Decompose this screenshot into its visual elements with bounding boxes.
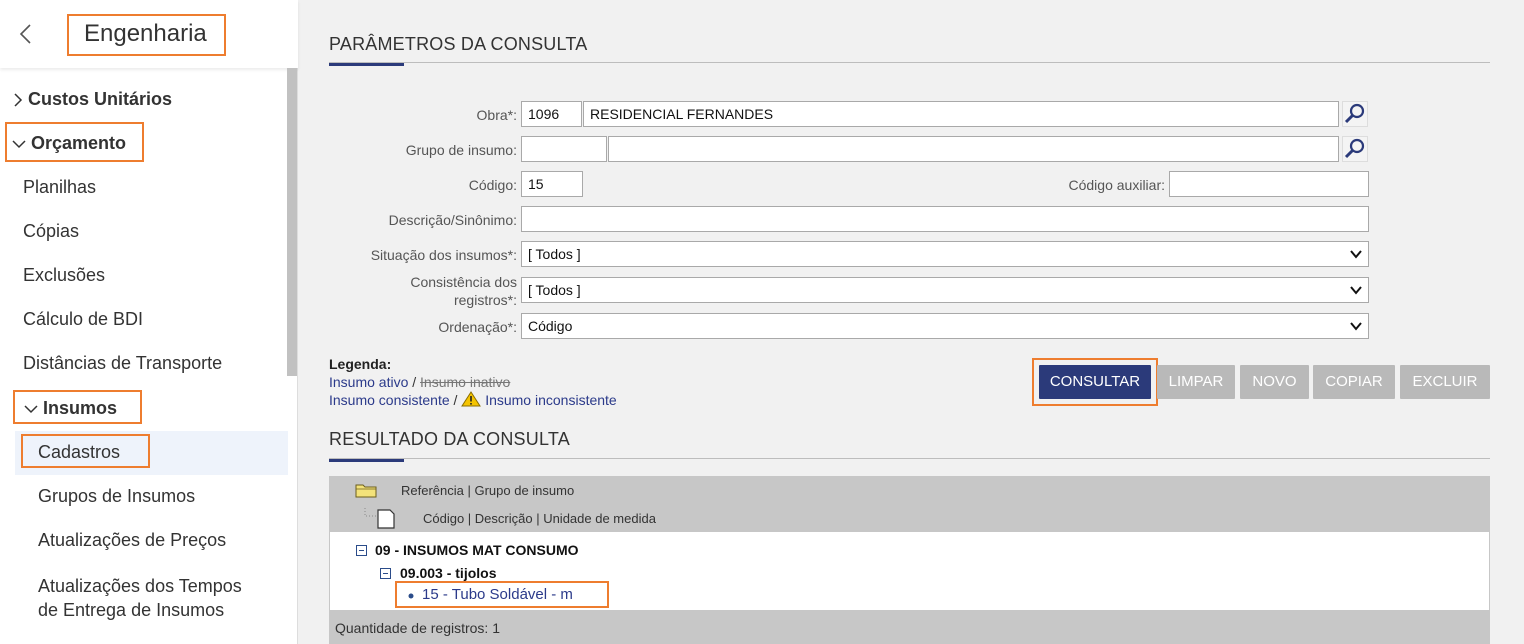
- sidebar-item-label: Custos Unitários: [28, 89, 173, 109]
- header-group-label: Referência | Grupo de insumo: [401, 483, 575, 498]
- legend-title: Legenda:: [329, 356, 392, 372]
- consistencia-label: Consistência dos registros*:: [329, 273, 517, 309]
- consistencia-label-line: Consistência dos: [410, 274, 517, 290]
- chevron-down-icon: [1350, 322, 1362, 331]
- sidebar-item-atualizacoes-tempos[interactable]: Atualizações dos Tempos de Entrega de In…: [38, 574, 242, 622]
- sidebar-item-orcamento[interactable]: Orçamento: [5, 122, 144, 162]
- collapse-icon[interactable]: [380, 568, 391, 579]
- descricao-label: Descrição/Sinônimo:: [388, 212, 517, 228]
- results-tree: 09 - INSUMOS MAT CONSUMO 09.003 - tijolo…: [329, 532, 1490, 610]
- divider: [329, 62, 1490, 63]
- select-value: Código: [528, 318, 573, 334]
- grupo-label: Grupo de insumo:: [405, 142, 517, 158]
- bullet-icon: [408, 593, 414, 599]
- select-value: [ Todos ]: [528, 246, 581, 262]
- codigo-input[interactable]: [521, 171, 583, 197]
- legend-row: Insumo consistente / Insumo inconsistent…: [329, 391, 617, 409]
- results-header: Referência | Grupo de insumo Código | De…: [329, 476, 1490, 532]
- obra-code-input[interactable]: [521, 101, 582, 127]
- search-icon[interactable]: [1342, 101, 1368, 127]
- codigo-label: Código:: [468, 177, 517, 193]
- legend-separator: /: [412, 374, 417, 390]
- sidebar-header: Engenharia: [0, 0, 298, 68]
- novo-button[interactable]: NOVO: [1240, 365, 1309, 399]
- legend: Legenda: Insumo ativo / Insumo inativo I…: [329, 355, 617, 409]
- search-icon[interactable]: [1342, 136, 1368, 162]
- sidebar-item-label: de Entrega de Insumos: [38, 600, 225, 620]
- grupo-code-input[interactable]: [521, 136, 607, 162]
- situacao-select[interactable]: [ Todos ]: [521, 241, 1369, 267]
- divider-accent: [329, 63, 404, 66]
- ordenacao-label: Ordenação*:: [438, 319, 517, 335]
- results-title: RESULTADO DA CONSULTA: [329, 429, 570, 449]
- chevron-right-icon: [14, 93, 23, 107]
- main-content: PARÂMETROS DA CONSULTA Obra*: Grupo de i…: [299, 0, 1524, 644]
- chevron-left-icon[interactable]: [16, 22, 38, 46]
- select-value: [ Todos ]: [528, 282, 581, 298]
- legend-inconsistente: Insumo inconsistente: [485, 392, 617, 408]
- legend-row: Insumo ativo / Insumo inativo: [329, 373, 617, 391]
- copiar-button[interactable]: COPIAR: [1313, 365, 1395, 399]
- sidebar-item-insumos[interactable]: Insumos: [13, 390, 142, 424]
- tree-item-link[interactable]: 15 - Tubo Soldável - m: [422, 586, 573, 603]
- sidebar-item-cadastros[interactable]: Cadastros: [21, 434, 150, 468]
- sidebar-item-label: Insumos: [43, 398, 118, 418]
- module-title: Engenharia: [67, 14, 226, 56]
- excluir-button[interactable]: EXCLUIR: [1400, 365, 1490, 399]
- codigo-auxiliar-label: Código auxiliar:: [1068, 177, 1166, 193]
- descricao-input[interactable]: [521, 206, 1369, 232]
- legend-separator: /: [453, 392, 458, 408]
- tree-subgroup[interactable]: 09.003 - tijolos: [400, 565, 496, 581]
- legend-consistente: Insumo consistente: [329, 392, 450, 408]
- params-title: PARÂMETROS DA CONSULTA: [329, 34, 588, 54]
- divider-accent: [329, 459, 404, 462]
- obra-name-input[interactable]: [583, 101, 1339, 127]
- obra-label: Obra*:: [476, 107, 517, 123]
- sidebar-item-copias[interactable]: Cópias: [23, 221, 79, 242]
- legend-inativo: Insumo inativo: [420, 374, 511, 390]
- header-item-label: Código | Descrição | Unidade de medida: [423, 511, 656, 526]
- sidebar-item-custos-unitarios[interactable]: Custos Unitários: [12, 89, 172, 110]
- sidebar-item-distancias-transporte[interactable]: Distâncias de Transporte: [23, 353, 222, 374]
- sidebar-scrollbar[interactable]: [287, 68, 297, 376]
- consultar-button[interactable]: CONSULTAR: [1039, 365, 1151, 399]
- tree-group[interactable]: 09 - INSUMOS MAT CONSUMO: [375, 542, 579, 558]
- sidebar-item-grupos-insumos[interactable]: Grupos de Insumos: [38, 486, 195, 507]
- situacao-label: Situação dos insumos*:: [370, 247, 517, 263]
- codigo-auxiliar-input[interactable]: [1169, 171, 1369, 197]
- sidebar-item-planilhas[interactable]: Planilhas: [23, 177, 96, 198]
- grupo-name-input[interactable]: [608, 136, 1339, 162]
- sidebar-item-label: Atualizações dos Tempos: [38, 576, 242, 596]
- document-icon: [364, 508, 395, 529]
- sidebar-item-atualizacoes-precos[interactable]: Atualizações de Preços: [38, 530, 226, 551]
- warning-icon: [461, 391, 482, 407]
- limpar-button[interactable]: LIMPAR: [1157, 365, 1235, 399]
- sidebar: Engenharia Custos Unitários Orçamento Pl…: [0, 0, 298, 644]
- consistencia-label-line: registros*:: [453, 292, 517, 308]
- folder-icon: [355, 484, 377, 498]
- chevron-down-icon: [1350, 250, 1362, 259]
- chevron-down-icon: [12, 140, 26, 149]
- sidebar-item-calculo-bdi[interactable]: Cálculo de BDI: [23, 309, 143, 330]
- sidebar-item-label: Orçamento: [31, 133, 127, 153]
- chevron-down-icon: [1350, 286, 1362, 295]
- consistencia-select[interactable]: [ Todos ]: [521, 277, 1369, 303]
- legend-ativo: Insumo ativo: [329, 374, 409, 390]
- ordenacao-select[interactable]: Código: [521, 313, 1369, 339]
- chevron-down-icon: [24, 405, 38, 414]
- divider: [329, 458, 1490, 459]
- results-count: Quantidade de registros: 1: [329, 610, 1490, 644]
- collapse-icon[interactable]: [356, 545, 367, 556]
- sidebar-item-exclusoes[interactable]: Exclusões: [23, 265, 105, 286]
